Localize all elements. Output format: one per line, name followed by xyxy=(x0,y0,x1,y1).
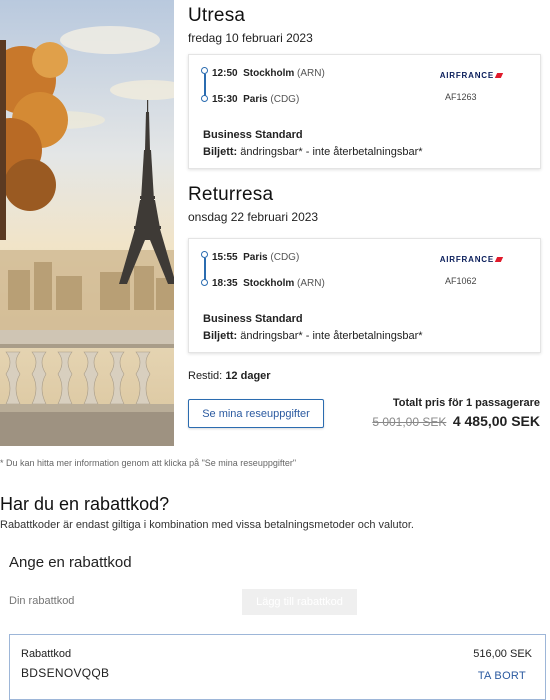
hero-image-eiffel-tower xyxy=(0,0,174,446)
remove-discount-link[interactable]: TA BORT xyxy=(478,670,526,682)
outbound-cabin: Business Standard xyxy=(203,129,303,141)
discount-subheading: Rabattkoder är endast giltiga i kombinat… xyxy=(0,519,414,531)
discount-code-input[interactable] xyxy=(9,590,219,612)
outbound-date: fredag 10 februari 2023 xyxy=(188,31,313,45)
route-timeline xyxy=(201,67,209,103)
total-price: 5 001,00 SEK 4 485,00 SEK xyxy=(372,413,540,431)
outbound-title: Utresa xyxy=(188,5,246,26)
outbound-departure: 12:50 Stockholm (ARN) xyxy=(212,68,325,79)
outbound-ticket-terms: Biljett: ändringsbar* - inte återbetalni… xyxy=(203,146,423,158)
outbound-flight-number: AF1263 xyxy=(445,92,477,102)
return-header: Returresa onsdag 22 februari 2023 xyxy=(188,184,541,224)
applied-discount-card: Rabattkod BDSENOVQQB 516,00 SEK TA BORT xyxy=(9,634,546,700)
outbound-header: Utresa fredag 10 februari 2023 xyxy=(188,5,541,45)
return-arrival: 18:35 Stockholm (ARN) xyxy=(212,278,325,289)
return-ticket-terms: Biljett: ändringsbar* - inte återbetalni… xyxy=(203,330,423,342)
footnote: * Du kan hitta mer information genom att… xyxy=(0,458,297,468)
outbound-arrival: 15:30 Paris (CDG) xyxy=(212,94,300,105)
applied-discount-amount: 516,00 SEK xyxy=(473,648,532,660)
discounted-price: 4 485,00 SEK xyxy=(452,413,540,429)
return-title: Returresa xyxy=(188,184,274,205)
outbound-flight-card: 12:50 Stockholm (ARN) 15:30 Paris (CDG) … xyxy=(188,54,541,169)
route-timeline xyxy=(201,251,209,287)
airfrance-logo: AIRFRANCE xyxy=(440,71,504,80)
return-flight-number: AF1062 xyxy=(445,276,477,286)
see-trip-details-button[interactable]: Se mina reseuppgifter xyxy=(188,399,324,428)
applied-discount-label: Rabattkod xyxy=(21,648,72,660)
return-departure: 15:55 Paris (CDG) xyxy=(212,252,300,263)
add-discount-button[interactable]: Lägg till rabattkod xyxy=(242,589,357,615)
return-date: onsdag 22 februari 2023 xyxy=(188,210,319,224)
return-flight-card: 15:55 Paris (CDG) 18:35 Stockholm (ARN) … xyxy=(188,238,541,353)
original-price: 5 001,00 SEK xyxy=(372,415,447,429)
discount-heading: Har du en rabattkod? xyxy=(0,494,170,514)
total-price-label: Totalt pris för 1 passagerare xyxy=(392,397,540,409)
airfrance-logo: AIRFRANCE xyxy=(440,255,504,264)
travel-duration: Restid: 12 dager xyxy=(188,370,271,382)
discount-entry-title: Ange en rabattkod xyxy=(9,554,132,571)
return-cabin: Business Standard xyxy=(203,313,303,325)
applied-discount-code: BDSENOVQQB xyxy=(21,666,110,680)
